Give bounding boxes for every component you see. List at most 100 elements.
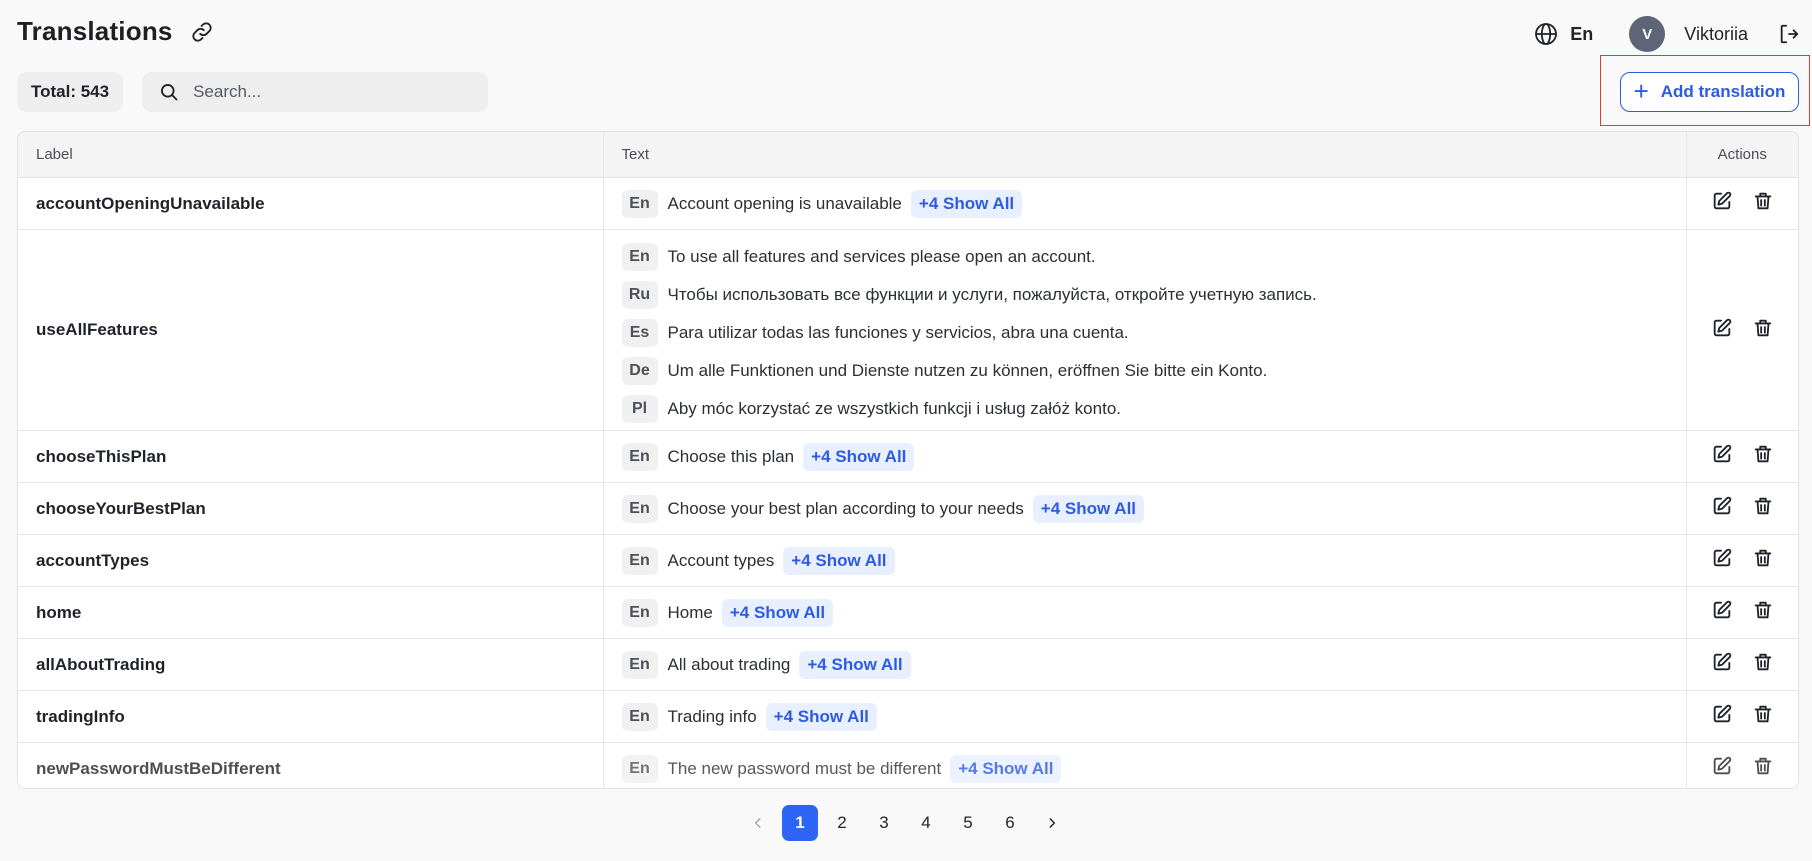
- edit-icon[interactable]: [1711, 651, 1733, 678]
- logout-icon[interactable]: [1778, 23, 1800, 45]
- trash-icon[interactable]: [1752, 599, 1774, 626]
- row-label: allAboutTrading: [18, 638, 603, 691]
- row-text: En Home +4 Show All: [602, 586, 1686, 639]
- row-label: newPasswordMustBeDifferent: [18, 742, 603, 788]
- page-button-3[interactable]: 3: [866, 805, 902, 841]
- translation-text: Trading info: [667, 706, 757, 726]
- chevron-left-icon: [754, 818, 761, 828]
- row-label: tradingInfo: [18, 690, 603, 743]
- translation-text: Aby móc korzystać ze wszystkich funkcji …: [667, 399, 1122, 418]
- row-text: En The new password must be different +4 S…: [602, 742, 1686, 788]
- show-all-button[interactable]: +4 Show All: [765, 702, 877, 731]
- lang-badge: Pl: [621, 395, 658, 423]
- prev-page-button[interactable]: [740, 805, 776, 841]
- row-text: En Account opening is unavailable +4 Show …: [602, 177, 1686, 230]
- table-row: accountOpeningUnavailable En Account open…: [18, 177, 1798, 230]
- page-header: Translations: [17, 16, 213, 47]
- avatar[interactable]: V: [1629, 16, 1666, 52]
- table-row: allAboutTrading En All about trading +4 Sh…: [18, 638, 1798, 691]
- translation-text: Choose this plan: [667, 446, 795, 466]
- show-all-button[interactable]: +4 Show All: [803, 442, 915, 471]
- column-header-label: Label: [18, 132, 603, 178]
- row-actions: [1685, 742, 1798, 788]
- chevron-right-icon: [1049, 818, 1056, 828]
- row-label: chooseYourBestPlan: [18, 482, 603, 535]
- search-input[interactable]: [191, 81, 476, 103]
- lang-badge: Ru: [621, 281, 658, 309]
- edit-icon[interactable]: [1711, 190, 1733, 217]
- lang-badge: En: [621, 754, 658, 783]
- row-label: accountTypes: [18, 534, 603, 587]
- language-switcher[interactable]: En: [1534, 22, 1593, 46]
- pagination: 1 2 3 4 5 6: [740, 805, 1076, 841]
- lang-badge: En: [621, 650, 658, 679]
- edit-icon[interactable]: [1711, 755, 1733, 782]
- search-icon: [161, 84, 178, 101]
- row-actions: [1685, 586, 1798, 639]
- user-area: En V Viktoriia: [1534, 15, 1800, 53]
- show-all-button[interactable]: +4 Show All: [721, 598, 834, 627]
- lang-badge: De: [621, 357, 658, 385]
- row-actions: [1685, 690, 1798, 743]
- translation-text: Account opening is unavailable: [667, 193, 902, 213]
- edit-icon[interactable]: [1711, 317, 1733, 344]
- lang-badge: Es: [621, 319, 658, 347]
- row-text: En To use all features and services pleas…: [602, 229, 1686, 431]
- row-text: En Trading info +4 Show All: [602, 690, 1686, 743]
- username: Viktoriia: [1684, 23, 1748, 44]
- translation-text: Um alle Funktionen und Dienste nutzen zu…: [667, 361, 1268, 380]
- row-actions: [1685, 534, 1798, 587]
- page-button-2[interactable]: 2: [824, 805, 860, 841]
- trash-icon[interactable]: [1752, 755, 1774, 782]
- trash-icon[interactable]: [1752, 443, 1774, 470]
- trash-icon[interactable]: [1752, 651, 1774, 678]
- lang-badge: En: [621, 442, 658, 471]
- table-row: accountTypes En Account types +4 Show All: [18, 534, 1798, 587]
- row-label: accountOpeningUnavailable: [18, 177, 603, 230]
- trash-icon[interactable]: [1752, 547, 1774, 574]
- lang-badge: En: [621, 494, 658, 523]
- lang-badge: En: [621, 243, 658, 271]
- edit-icon[interactable]: [1711, 599, 1733, 626]
- row-text: En Choose your best plan according to you…: [602, 482, 1686, 535]
- row-text: En Account types +4 Show All: [602, 534, 1686, 587]
- trash-icon[interactable]: [1752, 703, 1774, 730]
- link-icon[interactable]: [191, 21, 213, 43]
- lang-badge: En: [621, 189, 658, 218]
- translation-text: Para utilizar todas las funciones y serv…: [667, 323, 1129, 342]
- show-all-button[interactable]: +4 Show All: [910, 189, 1023, 218]
- show-all-button[interactable]: +4 Show All: [799, 650, 911, 679]
- edit-icon[interactable]: [1711, 495, 1733, 522]
- column-header-actions: Actions: [1685, 132, 1798, 178]
- row-actions: [1685, 430, 1798, 483]
- add-translation-button[interactable]: + Add translation: [1620, 72, 1799, 112]
- trash-icon[interactable]: [1752, 190, 1774, 217]
- page-button-6[interactable]: 6: [992, 805, 1028, 841]
- page-button-5[interactable]: 5: [950, 805, 986, 841]
- edit-icon[interactable]: [1711, 703, 1733, 730]
- edit-icon[interactable]: [1711, 547, 1733, 574]
- table-row: useAllFeatures En To use all features and…: [18, 229, 1798, 431]
- show-all-button[interactable]: +4 Show All: [783, 546, 895, 575]
- translation-text: Home: [667, 602, 713, 622]
- show-all-button[interactable]: +4 Show All: [950, 754, 1062, 783]
- lang-badge: En: [621, 546, 658, 575]
- page-button-4[interactable]: 4: [908, 805, 944, 841]
- table-row: chooseThisPlan En Choose this plan +4 Show…: [18, 430, 1798, 483]
- translation-text: The new password must be different: [667, 758, 942, 778]
- lang-badge: En: [621, 702, 658, 731]
- row-label: chooseThisPlan: [18, 430, 603, 483]
- edit-icon[interactable]: [1711, 443, 1733, 470]
- table-row: chooseYourBestPlan En Choose your best pl…: [18, 482, 1798, 535]
- page-button-1[interactable]: 1: [782, 805, 818, 841]
- next-page-button[interactable]: [1034, 805, 1070, 841]
- show-all-button[interactable]: +4 Show All: [1032, 494, 1145, 523]
- lang-badge: En: [621, 598, 658, 627]
- language-label: En: [1570, 23, 1594, 44]
- translation-text: Чтобы использовать все функции и услуги,…: [667, 285, 1317, 304]
- translation-text: To use all features and services please …: [667, 247, 1096, 266]
- add-translation-label: Add translation: [1660, 82, 1786, 101]
- search-box[interactable]: [142, 72, 489, 112]
- trash-icon[interactable]: [1752, 317, 1774, 344]
- trash-icon[interactable]: [1752, 495, 1774, 522]
